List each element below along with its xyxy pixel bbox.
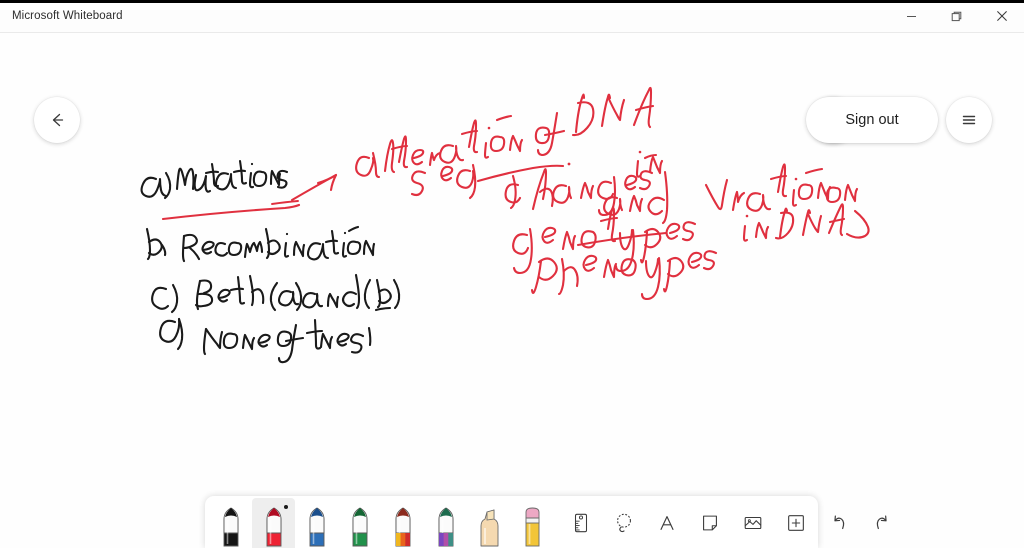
tool-note[interactable] <box>688 498 731 548</box>
pen-galaxy-icon <box>438 507 453 547</box>
tool-undo[interactable] <box>817 498 860 548</box>
ink-annotation-variation <box>704 163 870 242</box>
selected-indicator-dot <box>284 505 288 509</box>
ruler-icon <box>574 513 587 533</box>
tool-redo[interactable] <box>860 498 903 548</box>
redo-icon <box>876 515 887 530</box>
pen-green-icon <box>352 507 367 547</box>
highlighter-icon <box>480 509 498 547</box>
ink-option-b <box>145 225 376 263</box>
hamburger-icon <box>962 115 976 125</box>
minimize-button[interactable] <box>889 0 934 32</box>
ink-annotation-seq <box>410 162 571 200</box>
tool-text[interactable] <box>645 498 688 548</box>
window-title: Microsoft Whiteboard <box>12 10 123 22</box>
image-icon <box>744 516 761 530</box>
tool-pen-red[interactable] <box>252 498 295 548</box>
whiteboard-app-window: Microsoft Whiteboard Sign out <box>0 0 1024 548</box>
ink-annotation-arrow <box>290 173 338 202</box>
title-bar: Microsoft Whiteboard <box>0 0 1024 33</box>
window-controls <box>889 0 1024 32</box>
ink-annotation-alteration <box>355 86 655 179</box>
tool-pen-rainbow[interactable] <box>381 498 424 548</box>
ink-mutations-underline <box>161 203 301 221</box>
tool-pen-black[interactable] <box>209 498 252 548</box>
eraser-icon <box>525 507 539 547</box>
tool-highlighter[interactable] <box>467 498 510 548</box>
maximize-button[interactable] <box>934 0 979 32</box>
tool-lasso-select[interactable] <box>602 498 645 548</box>
sign-out-button[interactable]: Sign out <box>806 97 938 143</box>
back-button[interactable] <box>34 97 80 143</box>
pen-red-icon <box>266 507 281 547</box>
undo-icon <box>833 515 844 530</box>
sticky-note-icon <box>702 515 717 531</box>
tool-image[interactable] <box>731 498 774 548</box>
sign-out-label: Sign out <box>845 112 899 128</box>
pen-rainbow-icon <box>395 507 410 547</box>
close-button[interactable] <box>979 0 1024 32</box>
tool-pen-blue[interactable] <box>295 498 338 548</box>
ink-option-a <box>140 159 289 200</box>
ink-option-c <box>151 273 401 314</box>
title-bar-top-strip <box>0 0 1024 3</box>
pen-toolbar <box>205 496 887 548</box>
pen-blue-icon <box>309 507 324 547</box>
plus-box-icon <box>787 515 804 531</box>
tool-insert[interactable] <box>774 498 817 548</box>
back-arrow-icon <box>52 113 64 127</box>
tool-ruler[interactable] <box>559 498 602 548</box>
tool-pen-galaxy[interactable] <box>424 498 467 548</box>
ink-annotation-changes <box>504 150 718 301</box>
pen-black-icon <box>223 507 238 547</box>
tool-pen-green[interactable] <box>338 498 381 548</box>
lasso-icon <box>616 513 631 533</box>
menu-button[interactable] <box>946 97 992 143</box>
tool-eraser[interactable] <box>510 498 553 548</box>
text-icon <box>659 516 674 530</box>
ink-option-d <box>159 317 372 364</box>
whiteboard-canvas[interactable]: Sign out <box>0 33 1024 548</box>
